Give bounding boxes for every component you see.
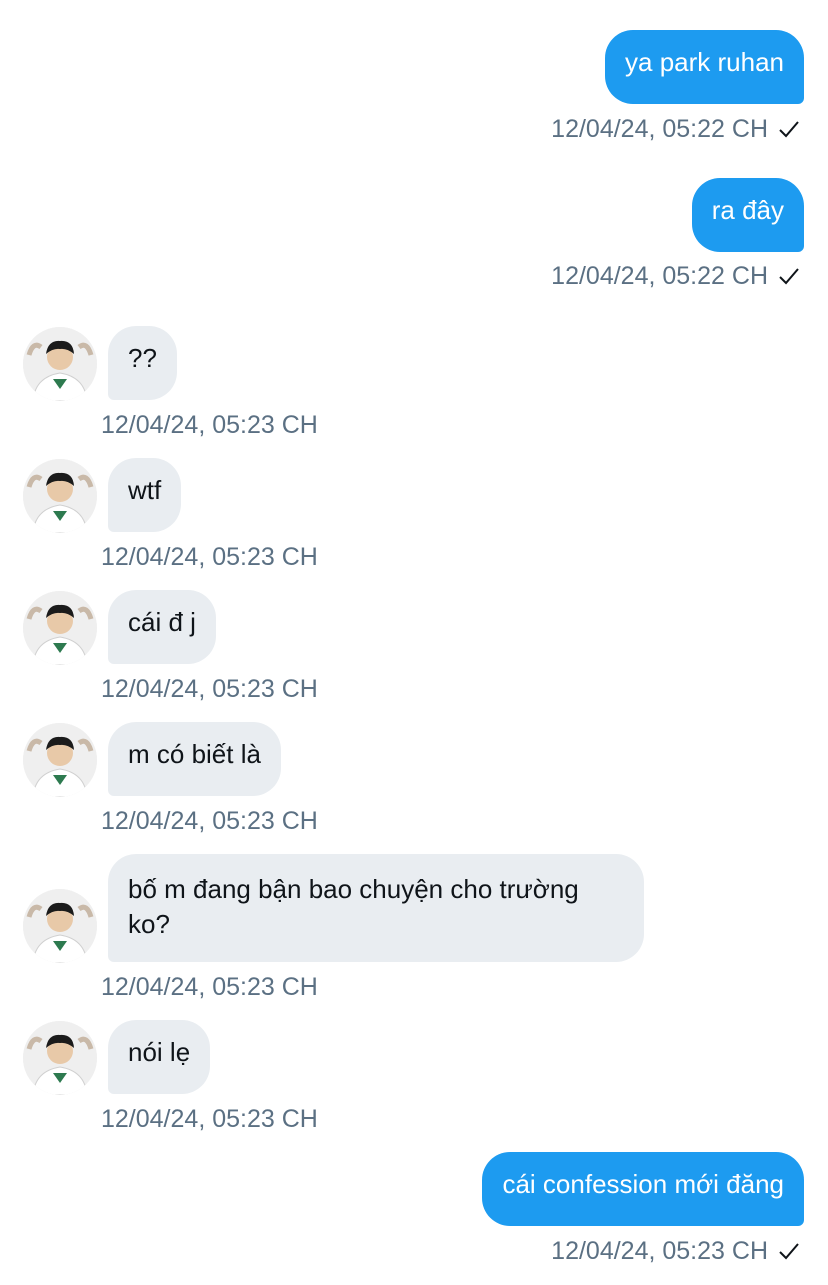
message-timestamp: 12/04/24, 05:23 CH <box>101 1105 318 1133</box>
sender-avatar[interactable] <box>23 723 97 797</box>
checkmark-icon <box>778 263 800 293</box>
timestamp-text: 12/04/24, 05:22 CH <box>551 262 768 290</box>
sender-avatar[interactable] <box>23 327 97 401</box>
message-timestamp: 12/04/24, 05:23 CH <box>101 543 318 571</box>
timestamp-text: 12/04/24, 05:23 CH <box>551 1237 768 1265</box>
sender-avatar[interactable] <box>23 1021 97 1095</box>
message-timestamp: 12/04/24, 05:23 CH <box>101 675 318 703</box>
outgoing-message-bubble[interactable]: ra đây <box>691 178 804 252</box>
checkmark-icon <box>778 1238 800 1268</box>
incoming-message-bubble[interactable]: wtf <box>108 458 182 532</box>
checkmark-icon <box>778 116 800 146</box>
timestamp-text: 12/04/24, 05:22 CH <box>551 115 768 143</box>
incoming-message-bubble[interactable]: ?? <box>108 326 177 400</box>
incoming-message-bubble[interactable]: cái đ j <box>108 590 216 664</box>
sender-avatar[interactable] <box>23 889 97 963</box>
incoming-message-bubble[interactable]: m có biết là <box>108 722 281 796</box>
outgoing-message-bubble[interactable]: cái confession mới đăng <box>482 1152 804 1226</box>
message-timestamp: 12/04/24, 05:23 CH <box>101 411 318 439</box>
message-timestamp: 12/04/24, 05:23 CH <box>551 1236 800 1268</box>
message-timestamp: 12/04/24, 05:22 CH <box>551 261 800 293</box>
sender-avatar[interactable] <box>23 459 97 533</box>
incoming-message-bubble[interactable]: bố m đang bận bao chuyện cho trường ko? <box>108 854 644 962</box>
message-timestamp: 12/04/24, 05:23 CH <box>101 973 318 1001</box>
incoming-message-bubble[interactable]: nói lẹ <box>108 1020 211 1094</box>
message-timestamp: 12/04/24, 05:22 CH <box>551 114 800 146</box>
sender-avatar[interactable] <box>23 591 97 665</box>
message-timestamp: 12/04/24, 05:23 CH <box>101 807 318 835</box>
outgoing-message-bubble[interactable]: ya park ruhan <box>605 30 804 104</box>
